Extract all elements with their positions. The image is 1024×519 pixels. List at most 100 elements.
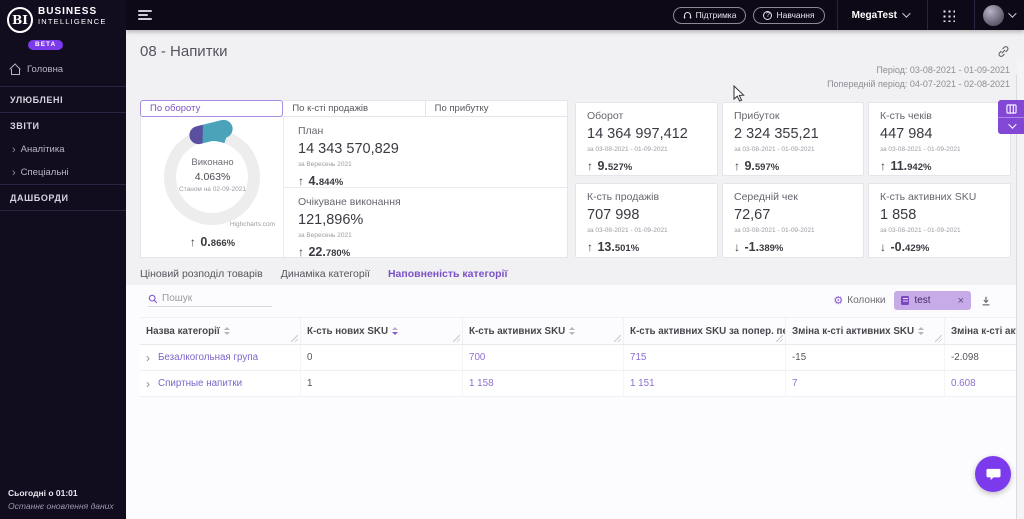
sidebar-section-dashboards[interactable]: ДАШБОРДИ [0, 185, 126, 210]
expected-trend: ↑ 22.780% [298, 243, 567, 261]
plan-value: 14 343 570,829 [298, 141, 399, 157]
tab-by-turnover[interactable]: По обороту [140, 100, 284, 117]
collapse-panel-button[interactable] [998, 117, 1024, 134]
tab-by-sales-count[interactable]: По к-сті продажів [283, 100, 426, 117]
cell-sku-change-pct[interactable]: 0.608 [944, 371, 1016, 396]
metric-label: Оборот [587, 110, 624, 122]
download-icon[interactable] [980, 295, 992, 307]
menu-toggle-icon[interactable] [138, 10, 152, 20]
trend-frac: 501% [614, 243, 640, 254]
chat-button[interactable] [975, 456, 1011, 492]
trend-int: 13. [597, 240, 615, 254]
trend-up-icon: ↑ [189, 235, 196, 249]
search-input[interactable] [162, 293, 262, 304]
sidebar-section-favorites[interactable]: УЛЮБЛЕНІ [0, 87, 126, 112]
dashboard-panel-icon [1005, 103, 1017, 114]
sort-icon[interactable] [223, 327, 230, 335]
cell-active-sku-prev[interactable]: 1 151 [623, 371, 785, 396]
trend-int: 9. [597, 159, 608, 173]
column-header-active-sku-change-pct[interactable]: Зміна к-сті активн [944, 318, 1016, 344]
trend-frac: 597% [754, 162, 780, 173]
resize-handle[interactable] [614, 335, 621, 342]
metric-period: за 03-08-2021 - 01-09-2021 [880, 227, 961, 234]
highcharts-credit[interactable]: Highcharts.com [230, 221, 275, 228]
columns-label: Колонки [847, 295, 886, 306]
columns-button[interactable]: ⚙ Колонки [833, 294, 885, 307]
trend-up-icon: ↑ [734, 159, 740, 173]
plan-column: План 14 343 570,829 за Вересень 2021 ↑ 4… [284, 117, 567, 259]
cell-active-sku-prev[interactable]: 715 [623, 345, 785, 370]
sidebar-item-label: Аналітика [20, 144, 65, 155]
tab-by-profit[interactable]: По прибутку [425, 100, 568, 117]
column-header-category[interactable]: Назва категорії [140, 318, 300, 344]
sidebar: BI BUSINESS INTELLIGENCE BETA Головна УЛ… [0, 0, 126, 519]
chevron-down-icon[interactable] [1008, 9, 1017, 18]
account-menu[interactable]: MegaTest [838, 9, 922, 21]
expand-row-icon[interactable]: › [146, 352, 150, 364]
sidebar-item-home[interactable]: Головна [0, 57, 126, 82]
share-link-icon[interactable] [997, 45, 1010, 58]
table-header-row: Назва категорії К-сть нових SKU К-сть ак… [140, 317, 1016, 345]
apps-grid-icon[interactable] [942, 8, 955, 22]
metric-label: К-сть продажів [587, 191, 660, 203]
resize-handle[interactable] [453, 335, 460, 342]
resize-handle[interactable] [291, 335, 298, 342]
widget-settings-button[interactable] [998, 100, 1024, 117]
saved-view-tag[interactable]: test × [894, 291, 971, 310]
table-row[interactable]: › Спиртные напитки 1 1 158 1 151 7 0.608 [140, 371, 1016, 397]
app-logo[interactable]: BI BUSINESS INTELLIGENCE [0, 0, 126, 33]
metric-card-avg-receipt: Середній чек 72,67 за 03-08-2021 - 01-09… [722, 183, 864, 258]
expected-value: 121,896% [298, 212, 364, 228]
user-avatar[interactable] [983, 4, 1004, 26]
sidebar-item-analytics[interactable]: › Аналітика [0, 138, 126, 161]
table-row[interactable]: › Безалкогольная група 0 700 715 -15 -2.… [140, 345, 1016, 371]
bi-logo-icon: BI [7, 7, 33, 33]
column-header-label: Зміна к-сті активних SKU [792, 325, 915, 337]
close-icon[interactable]: × [958, 295, 964, 307]
logo-initials: BI [12, 13, 28, 27]
trend-frac: 780% [325, 248, 351, 259]
sidebar-item-special[interactable]: › Спеціальні [0, 161, 126, 184]
support-label: Підтримка [695, 10, 737, 20]
sort-icon[interactable] [392, 327, 399, 335]
cell-sku-change[interactable]: 7 [785, 371, 944, 396]
resize-handle[interactable] [776, 335, 783, 342]
page-title: 08 - Напитки [140, 43, 228, 60]
cell-active-sku[interactable]: 1 158 [462, 371, 623, 396]
period-label: Період: 03-08-2021 - 01-09-2021 [876, 65, 1010, 75]
sort-icon[interactable] [569, 327, 576, 335]
column-header-active-sku-prev[interactable]: К-сть активних SKU за попер. період [623, 318, 785, 344]
column-header-active-sku-change[interactable]: Зміна к-сті активних SKU [785, 318, 944, 344]
column-header-label: К-сть нових SKU [307, 325, 389, 337]
metric-card-profit: Прибуток 2 324 355,21 за 03-08-2021 - 01… [722, 102, 864, 176]
metric-value: 14 364 997,412 [587, 126, 688, 142]
cell-active-sku[interactable]: 700 [462, 345, 623, 370]
support-button[interactable]: Підтримка [672, 6, 747, 24]
metric-label: К-сть активних SKU [880, 191, 977, 203]
metric-card-receipts: К-сть чеків 447 984 за 03-08-2021 - 01-0… [868, 102, 1011, 176]
expected-section: Очікуване виконання 121,896% за Вересень… [284, 187, 567, 259]
trend-int: 0. [200, 235, 211, 249]
expand-row-icon[interactable]: › [146, 378, 150, 390]
sort-icon[interactable] [918, 327, 925, 335]
category-link[interactable]: Безалкогольная група [158, 352, 258, 363]
training-label: Навчання [776, 10, 815, 20]
column-header-active-sku[interactable]: К-сть активних SKU [462, 318, 623, 344]
trend-frac: 429% [905, 243, 930, 254]
resize-handle[interactable] [935, 335, 942, 342]
sidebar-section-reports[interactable]: ЗВІТИ [0, 113, 126, 138]
edge-button-stack [998, 100, 1024, 134]
training-button[interactable]: ? Навчання [753, 6, 825, 24]
expected-label: Очікуване виконання [298, 196, 401, 208]
column-header-new-sku[interactable]: К-сть нових SKU [300, 318, 462, 344]
metric-label: Середній чек [734, 191, 798, 203]
category-link[interactable]: Спиртные напитки [158, 378, 242, 389]
trend-int: 22. [308, 245, 326, 259]
divider [927, 0, 928, 30]
trend-up-icon: ↑ [298, 245, 304, 259]
column-header-label: Назва категорії [146, 325, 220, 337]
trend-int: 9. [744, 159, 755, 173]
chevron-down-icon [902, 9, 911, 18]
search-field[interactable] [148, 293, 272, 307]
plan-period: за Вересень 2021 [298, 161, 352, 168]
